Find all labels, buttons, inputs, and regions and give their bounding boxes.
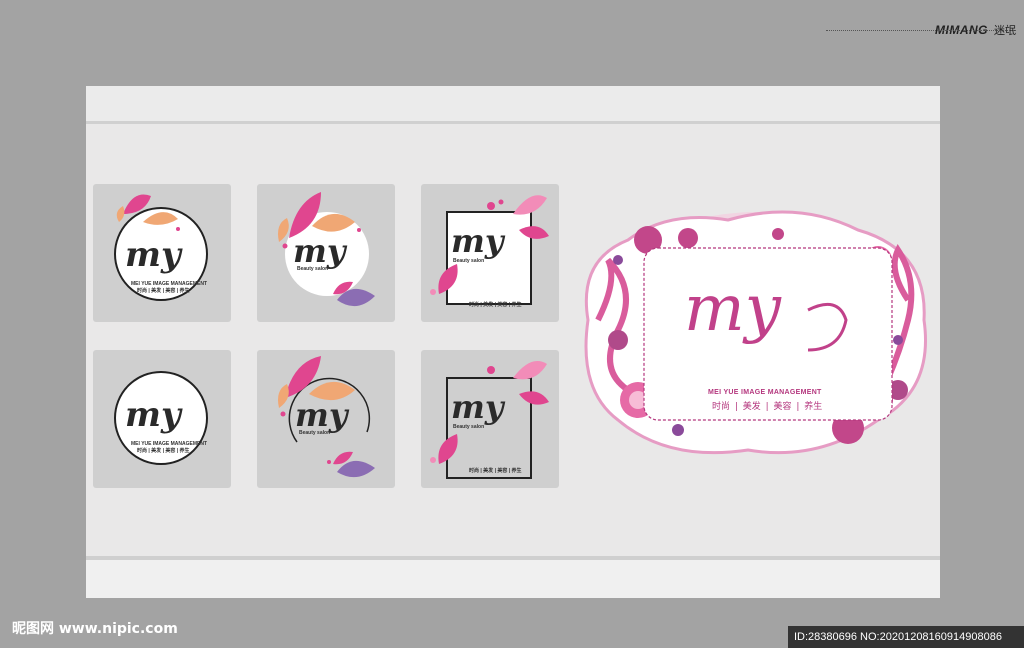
floor bbox=[86, 556, 940, 598]
logo-tagline-text: 时尚 | 美发 | 美容 | 养生 bbox=[137, 287, 190, 294]
logo-my-text: my bbox=[295, 396, 350, 434]
logo-tile-4: my MEI YUE IMAGE MANAGEMENT 时尚 | 美发 | 美容… bbox=[93, 350, 231, 488]
logo-my-text: my bbox=[451, 222, 506, 260]
logo-tile-5: my Beauty salon bbox=[257, 350, 395, 488]
logo-beauty-salon-text: Beauty salon bbox=[297, 266, 328, 272]
logo-circle-leaves: my MEI YUE IMAGE MANAGEMENT 时尚 | 美发 | 美容… bbox=[114, 194, 208, 301]
logo-beauty-salon-text: Beauty salon bbox=[453, 424, 484, 430]
logo-my-text: my bbox=[125, 395, 183, 435]
logo-plain-circle: my MEI YUE IMAGE MANAGEMENT 时尚 | 美发 | 美容… bbox=[114, 371, 208, 465]
logo-tagline-text: 时尚 | 美发 | 美容 | 养生 bbox=[137, 447, 190, 454]
watermark-site: 昵图网 www.nipic.com bbox=[12, 621, 178, 637]
floral-frame-art: my bbox=[584, 210, 927, 455]
feature-en-text: MEI YUE IMAGE MANAGEMENT bbox=[708, 389, 822, 396]
logo-tile-1: my MEI YUE IMAGE MANAGEMENT 时尚 | 美发 | 美容… bbox=[93, 184, 231, 322]
logo-open-circle: my Beauty salon bbox=[278, 192, 375, 307]
logo-square-frame-gray: my Beauty salon 时尚 | 美发 | 美容 | 养生 bbox=[430, 361, 549, 479]
logo-tagline-text: 时尚 | 美发 | 美容 | 养生 bbox=[469, 467, 522, 474]
feature-cn-tagline: 时尚 | 美发 | 美容 | 养生 bbox=[712, 402, 823, 412]
logo-tile-3: my Beauty salon 时尚 | 美发 | 美容 | 养生 bbox=[421, 184, 559, 322]
logo-my-text: my bbox=[293, 232, 348, 270]
feature-floral-frame: my bbox=[578, 200, 934, 462]
logo-my-text: my bbox=[451, 388, 506, 426]
logo-en-text: MEI YUE IMAGE MANAGEMENT bbox=[131, 441, 207, 447]
wall-top-strip bbox=[86, 86, 940, 124]
logo-beauty-salon-text: Beauty salon bbox=[299, 430, 330, 436]
brand-divider bbox=[826, 30, 1016, 31]
logo-open-circle-gray: my Beauty salon bbox=[278, 356, 375, 478]
logo-tagline-text: 时尚 | 美发 | 美容 | 养生 bbox=[469, 301, 522, 308]
floor-shadow bbox=[86, 556, 940, 560]
logo-beauty-salon-text: Beauty salon bbox=[453, 258, 484, 264]
logo-en-text: MEI YUE IMAGE MANAGEMENT bbox=[131, 281, 207, 287]
logo-tile-6: my Beauty salon 时尚 | 美发 | 美容 | 养生 bbox=[421, 350, 559, 488]
watermark-id: ID:28380696 NO:20201208160914908086 bbox=[788, 626, 1024, 648]
feature-my-text: my bbox=[684, 272, 782, 346]
logo-my-text: my bbox=[125, 235, 183, 275]
logo-tile-2: my Beauty salon bbox=[257, 184, 395, 322]
logo-square-frame: my Beauty salon 时尚 | 美发 | 美容 | 养生 bbox=[430, 195, 549, 308]
